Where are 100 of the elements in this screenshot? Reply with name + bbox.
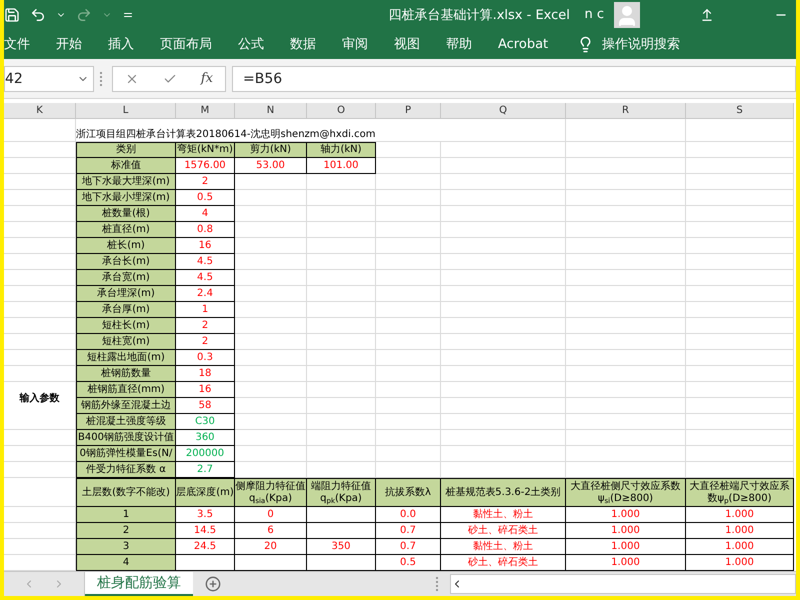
table-cell: 0.5 xyxy=(376,555,441,572)
ribbon-tab[interactable]: 审阅 xyxy=(329,35,381,54)
column-header[interactable]: K xyxy=(4,103,76,120)
table-cell: 短柱露出地面(m) xyxy=(76,350,176,366)
table-cell: 14.5 xyxy=(176,523,235,540)
table-cell: 桩钢筋数量 xyxy=(76,366,176,382)
column-header[interactable]: P xyxy=(376,103,441,120)
column-header[interactable]: S xyxy=(686,103,794,120)
horizontal-scrollbar[interactable] xyxy=(450,574,796,594)
table-cell: 3 xyxy=(76,539,176,556)
table-cell: 360 xyxy=(176,430,235,446)
table-cell: 桩直径(m) xyxy=(76,222,176,238)
ribbon-tab[interactable]: 帮助 xyxy=(433,35,485,54)
table-cell: 短柱宽(m) xyxy=(76,334,176,350)
table-cell: 0.7 xyxy=(376,539,441,556)
table-cell: 24.5 xyxy=(176,539,235,556)
table-cell: 承台厚(m) xyxy=(76,302,176,318)
window-title: 四桩承台基础计算.xlsx - Excel xyxy=(388,6,571,24)
table-cell: 标准值 xyxy=(76,158,176,174)
header-cell: 端阻力特征值q$_{pk}$(Kpa) xyxy=(307,478,376,508)
table-cell: 16 xyxy=(176,238,235,254)
sheet-tab[interactable]: 桩身配筋验算 xyxy=(85,572,193,596)
table-cell: 0.3 xyxy=(176,350,235,366)
header-cell: 抗拔系数λ xyxy=(376,478,441,508)
table-cell: 1.000 xyxy=(566,555,686,572)
redo-icon[interactable] xyxy=(76,6,92,23)
column-header[interactable]: Q xyxy=(441,103,566,120)
table-cell: 1.000 xyxy=(686,507,794,524)
table-cell: 桩混凝土强度等级 xyxy=(76,414,176,430)
column-header[interactable]: L xyxy=(76,103,176,120)
column-header[interactable]: N xyxy=(235,103,307,120)
table-cell: 砂土、碎石类土 xyxy=(441,555,566,572)
header-cell: 侧摩阻力特征值q$_{sia}$(Kpa) xyxy=(235,478,307,508)
table-cell: 2 xyxy=(176,174,235,190)
table-cell: 承台埋深(m) xyxy=(76,286,176,302)
table-cell: 2 xyxy=(176,334,235,350)
table-cell: B400钢筋强度设计值 xyxy=(76,430,176,446)
column-header[interactable]: O xyxy=(307,103,376,120)
table-cell: 0.0 xyxy=(376,507,441,524)
table-cell: 2 xyxy=(76,523,176,540)
table-cell: 2 xyxy=(176,318,235,334)
name-box[interactable]: 42 xyxy=(4,66,94,92)
insert-function-button[interactable]: fx xyxy=(200,71,213,86)
ribbon-tab[interactable]: 插入 xyxy=(95,35,147,54)
ribbon-tab[interactable]: 数据 xyxy=(277,35,329,54)
header-cell: 类别 xyxy=(76,142,176,158)
ribbon-tab[interactable]: 视图 xyxy=(381,35,433,54)
table-cell: 16 xyxy=(176,382,235,398)
table-cell: 1.000 xyxy=(566,523,686,540)
table-cell: 1 xyxy=(176,302,235,318)
ribbon-tab[interactable]: 公式 xyxy=(225,35,277,54)
column-header[interactable]: M xyxy=(176,103,235,120)
table-cell: 0 xyxy=(235,507,307,524)
table-cell: 0.7 xyxy=(376,523,441,540)
header-cell: 弯矩(kN*m) xyxy=(176,142,235,158)
table-cell: 58 xyxy=(176,398,235,414)
ribbon-tab[interactable]: 页面布局 xyxy=(147,35,225,54)
header-cell: 土层数(数字不能改) xyxy=(76,478,176,508)
formula-field[interactable]: =B56 xyxy=(232,66,796,92)
table-cell: 黏性土、粉土 xyxy=(441,507,566,524)
ribbon-tab[interactable]: Acrobat xyxy=(485,36,562,52)
table-cell: 2.4 xyxy=(176,286,235,302)
table-cell: 101.00 xyxy=(307,158,376,174)
table-cell: 1 xyxy=(76,507,176,524)
save-icon[interactable] xyxy=(4,6,20,23)
header-cell: 桩基规范表5.3.6-2土类别 xyxy=(441,478,566,508)
table-cell: 1.000 xyxy=(566,539,686,556)
header-cell: 剪力(kN) xyxy=(235,142,307,158)
table-cell: 0.8 xyxy=(176,222,235,238)
table-cell: 3.5 xyxy=(176,507,235,524)
table-cell: 承台长(m) xyxy=(76,254,176,270)
table-cell: 黏性土、粉土 xyxy=(441,539,566,556)
table-cell: 钢筋外缘至混凝土边 xyxy=(76,398,176,414)
table-cell: 200000 xyxy=(176,446,235,462)
undo-icon[interactable] xyxy=(30,6,46,23)
add-sheet-icon[interactable] xyxy=(205,576,221,592)
column-header[interactable]: R xyxy=(566,103,686,120)
ribbon-tab[interactable]: 文件 xyxy=(4,35,43,54)
table-cell: 地下水最小埋深(m) xyxy=(76,190,176,206)
tell-me-search[interactable]: 操作说明搜索 xyxy=(602,35,680,54)
table-cell: C30 xyxy=(176,414,235,430)
table-cell: 4.5 xyxy=(176,254,235,270)
table-cell: 4.5 xyxy=(176,270,235,286)
table-cell: 53.00 xyxy=(235,158,307,174)
table-cell: 18 xyxy=(176,366,235,382)
header-cell: 轴力(kN) xyxy=(307,142,376,158)
table-cell: 承台宽(m) xyxy=(76,270,176,286)
user-name: n c xyxy=(584,7,604,22)
table-cell: 0钢筋弹性模量Es(N/ xyxy=(76,446,176,462)
table-cell: 1.000 xyxy=(566,507,686,524)
table-cell: 4 xyxy=(76,555,176,572)
table-cell: 0.5 xyxy=(176,190,235,206)
header-cell: 大直径桩侧尺寸效应系数ψ$_{si}$(D≥800) xyxy=(566,478,686,508)
avatar-icon xyxy=(614,2,640,28)
table-cell: 1.000 xyxy=(686,523,794,540)
table-cell: 地下水最大埋深(m) xyxy=(76,174,176,190)
table-cell: 6 xyxy=(235,523,307,540)
table-cell: 件受力特征系数 α xyxy=(76,462,176,478)
header-cell: 层底深度(m) xyxy=(176,478,235,508)
ribbon-tab[interactable]: 开始 xyxy=(43,35,95,54)
